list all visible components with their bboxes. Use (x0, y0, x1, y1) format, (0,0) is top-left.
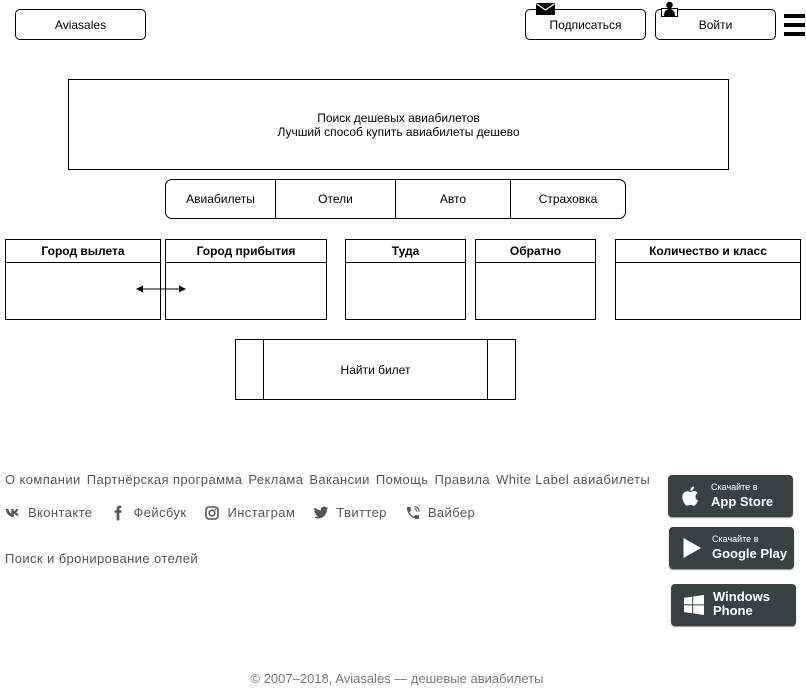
footer-link-ads[interactable]: Реклама (248, 472, 303, 488)
social-links: Вконтакте Фейсбук Инстаграм Твиттер Вайб… (5, 505, 475, 521)
envelope-icon (536, 3, 555, 15)
google-play-badge[interactable]: Скачайте в Google Play (669, 527, 794, 569)
departure-date-field: Туда (345, 239, 466, 320)
arrival-city-field: Город прибытия (165, 239, 327, 320)
departure-date-input[interactable] (346, 263, 465, 319)
logo-button[interactable]: Aviasales (15, 9, 146, 40)
footer-link-jobs[interactable]: Вакансии (309, 472, 370, 488)
tab-cars[interactable]: Авто (396, 180, 511, 218)
departure-city-field: Город вылета (5, 239, 161, 320)
windows-phone-badge[interactable]: Windows Phone (671, 584, 796, 626)
menu-bar (784, 14, 805, 18)
field-label: Количество и класс (616, 240, 800, 263)
hero-subtitle: Лучший способ купить авиабилеты дешево (277, 124, 520, 139)
instagram-icon (205, 506, 220, 520)
footer-links: О компании Партнёрская программа Реклама… (5, 472, 650, 488)
passengers-class-input[interactable] (616, 263, 800, 319)
app-store-badge[interactable]: Скачайте в App Store (668, 475, 793, 517)
arrival-city-input[interactable] (166, 263, 326, 319)
hero-banner: Поиск дешевых авиабилетов Лучший способ … (68, 79, 729, 170)
social-link-twitter[interactable]: Твиттер (313, 505, 387, 521)
social-label: Вконтакте (28, 505, 93, 520)
facebook-icon (115, 505, 123, 521)
return-date-field: Обратно (475, 239, 596, 320)
apple-icon (682, 486, 698, 506)
tab-hotels[interactable]: Отели (276, 180, 396, 218)
badge-caption: Скачайте в (712, 534, 759, 544)
product-tabs: Авиабилеты Отели Авто Страховка (165, 179, 626, 219)
social-label: Инстаграм (227, 505, 296, 520)
badge-store-name: App Store (711, 494, 774, 509)
social-link-facebook[interactable]: Фейсбук (110, 505, 186, 521)
footer-link-white-label[interactable]: White Label авиабилеты (496, 472, 650, 488)
find-ticket-label: Найти билет (340, 362, 411, 377)
tab-flights[interactable]: Авиабилеты (166, 180, 276, 218)
badge-store-name: Phone (713, 603, 753, 618)
footer-link-affiliate[interactable]: Партнёрская программа (87, 472, 243, 488)
viber-icon (406, 506, 420, 519)
return-date-input[interactable] (476, 263, 595, 319)
badge-caption: Скачайте в (711, 482, 758, 492)
hotel-booking-link[interactable]: Поиск и бронирование отелей (5, 551, 198, 567)
social-link-instagram[interactable]: Инстаграм (204, 505, 295, 521)
swap-arrows-icon[interactable] (135, 284, 187, 294)
passengers-class-field: Количество и класс (615, 239, 801, 320)
google-play-icon (683, 538, 701, 558)
social-label: Твиттер (336, 505, 387, 520)
menu-bar (784, 23, 805, 27)
badge-store-name: Windows (713, 589, 770, 604)
tab-insurance[interactable]: Страховка (511, 180, 625, 218)
social-label: Вайбер (427, 505, 476, 520)
field-label: Обратно (476, 240, 595, 263)
social-link-vk[interactable]: Вконтакте (5, 505, 92, 521)
footer-link-about[interactable]: О компании (5, 472, 81, 488)
footer-link-rules[interactable]: Правила (434, 472, 490, 488)
find-ticket-button[interactable]: Найти билет (235, 339, 516, 400)
social-link-viber[interactable]: Вайбер (405, 505, 475, 521)
hero-title: Поиск дешевых авиабилетов (317, 110, 480, 125)
field-label: Город вылета (6, 240, 160, 263)
vk-icon (5, 509, 19, 517)
field-label: Город прибытия (166, 240, 326, 263)
hamburger-menu-icon[interactable] (784, 14, 805, 36)
twitter-icon (313, 506, 329, 519)
user-icon (661, 1, 678, 17)
social-label: Фейсбук (133, 505, 187, 520)
menu-bar (784, 32, 805, 36)
copyright-text: © 2007–2018, Aviasales — дешевые авиабил… (250, 671, 544, 686)
windows-icon (684, 595, 704, 615)
badge-store-name: Google Play (712, 546, 788, 561)
footer-link-help[interactable]: Помощь (376, 472, 429, 488)
field-label: Туда (346, 240, 465, 263)
